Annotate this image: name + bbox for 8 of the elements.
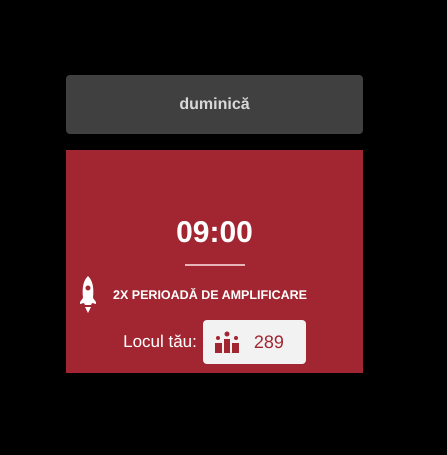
slot-time: 09:00 [176, 216, 253, 250]
podium-icon [214, 331, 240, 353]
day-header[interactable]: duminică [66, 75, 363, 134]
rocket-icon [79, 276, 97, 314]
rank-number: 289 [254, 332, 284, 352]
day-label: duminică [179, 96, 250, 114]
boost-label: 2X PERIOADĂ DE AMPLIFICARE [113, 288, 308, 302]
rank-label: Locul tău: [123, 332, 197, 352]
